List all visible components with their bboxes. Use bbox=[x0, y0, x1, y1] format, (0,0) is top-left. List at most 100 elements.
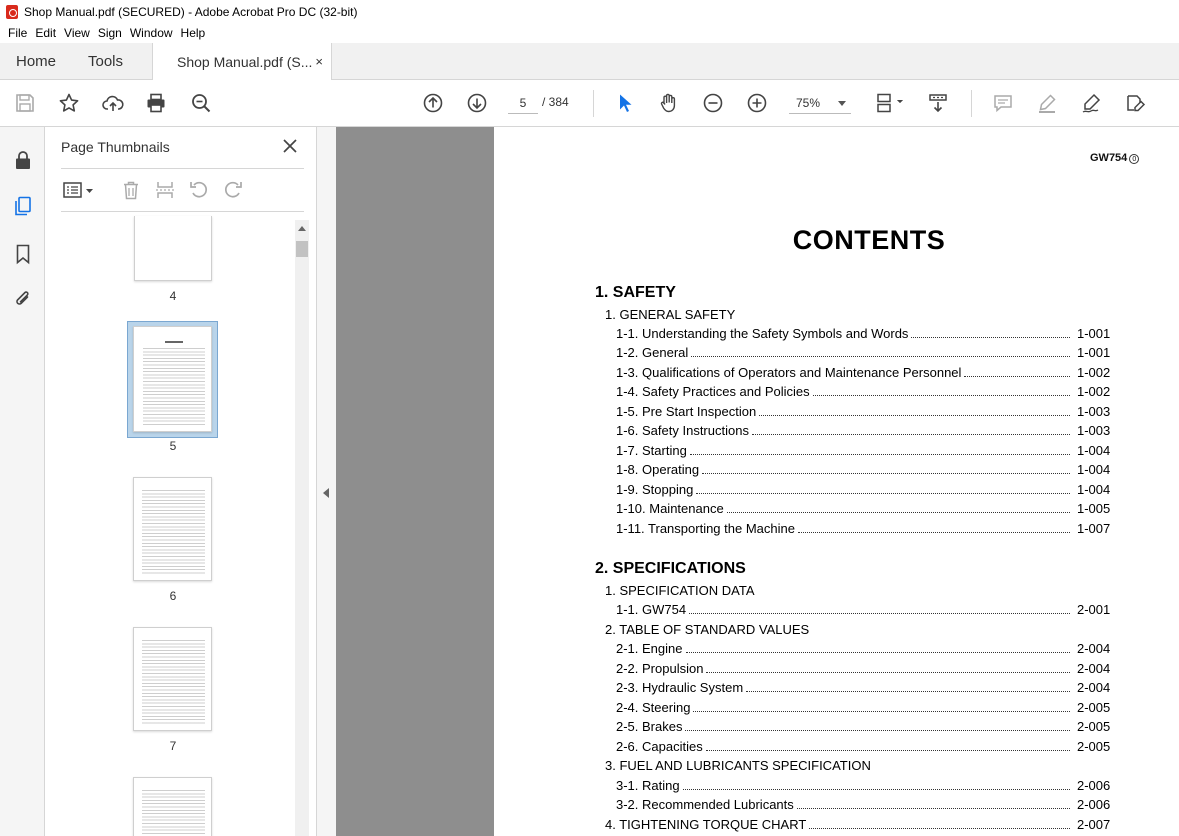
attachment-paperclip-icon[interactable] bbox=[10, 286, 36, 312]
toc-entry[interactable]: 1-5. Pre Start Inspection 1-003 bbox=[616, 404, 1110, 422]
toc-entry[interactable]: 2-2. Propulsion 2-004 bbox=[616, 661, 1110, 679]
panel-divider bbox=[61, 168, 304, 169]
toc-entry[interactable]: 2-4. Steering 2-005 bbox=[616, 700, 1110, 718]
next-page-icon[interactable] bbox=[464, 90, 490, 116]
toc-section-title: 2. SPECIFICATIONS bbox=[595, 560, 746, 577]
page-total-label: / 384 bbox=[542, 95, 569, 109]
tab-home[interactable]: Home bbox=[16, 43, 56, 80]
upload-cloud-icon[interactable] bbox=[100, 90, 126, 116]
toolbar-divider bbox=[593, 90, 594, 117]
tab-close-icon[interactable]: × bbox=[315, 54, 323, 69]
delete-page-icon[interactable] bbox=[118, 178, 144, 202]
toc-entry-label: 1-3. Qualifications of Operators and Mai… bbox=[616, 365, 962, 380]
toc-entry[interactable]: 1-4. Safety Practices and Policies 1-002 bbox=[616, 384, 1110, 402]
menu-help[interactable]: Help bbox=[177, 26, 210, 40]
toc-entry[interactable]: 3-1. Rating 2-006 bbox=[616, 778, 1110, 796]
scroll-mode-icon[interactable] bbox=[925, 90, 951, 116]
toc-entry-label: 2-1. Engine bbox=[616, 641, 683, 656]
zoom-search-icon[interactable] bbox=[188, 90, 214, 116]
extract-page-icon[interactable] bbox=[152, 178, 178, 202]
page-thumbnail[interactable] bbox=[133, 326, 212, 432]
thumbnail-page-number: 4 bbox=[169, 289, 177, 303]
rotate-counterclockwise-icon[interactable] bbox=[186, 178, 212, 202]
menu-view[interactable]: View bbox=[60, 26, 94, 40]
zoom-level-dropdown[interactable]: 75% bbox=[789, 92, 851, 114]
toc-entry[interactable]: 2-5. Brakes 2-005 bbox=[616, 719, 1110, 737]
toc-leader-dots bbox=[809, 828, 1070, 829]
comment-icon[interactable] bbox=[990, 90, 1016, 116]
sign-pen-icon[interactable] bbox=[1078, 90, 1104, 116]
toc-entry[interactable]: 1-1. Understanding the Safety Symbols an… bbox=[616, 326, 1110, 344]
toc-entry[interactable]: 2-3. Hydraulic System 2-004 bbox=[616, 680, 1110, 698]
tab-document[interactable]: Shop Manual.pdf (S... × bbox=[152, 43, 332, 81]
zoom-in-icon[interactable] bbox=[744, 90, 770, 116]
title-bar: Shop Manual.pdf (SECURED) - Adobe Acroba… bbox=[0, 0, 1179, 23]
menu-sign[interactable]: Sign bbox=[94, 26, 126, 40]
toc-entry[interactable]: 1-7. Starting 1-004 bbox=[616, 443, 1110, 461]
toc-entry-label: 1-4. Safety Practices and Policies bbox=[616, 384, 810, 399]
toc-entry[interactable]: 1-6. Safety Instructions 1-003 bbox=[616, 423, 1110, 441]
highlight-pen-icon[interactable] bbox=[1034, 90, 1060, 116]
toc-entry-page: 2-006 bbox=[1077, 797, 1111, 812]
fill-sign-icon[interactable] bbox=[1122, 90, 1148, 116]
toc-entry[interactable]: 1-3. Qualifications of Operators and Mai… bbox=[616, 365, 1110, 383]
toc-entry-label: 3-2. Recommended Lubricants bbox=[616, 797, 794, 812]
toc-entry[interactable]: 1-9. Stopping 1-004 bbox=[616, 482, 1110, 500]
page-number-input[interactable]: 5 bbox=[508, 92, 538, 114]
panel-splitter[interactable] bbox=[317, 127, 336, 836]
page-thumbnail[interactable] bbox=[133, 627, 212, 731]
toc-group-title: 3. FUEL AND LUBRICANTS SPECIFICATION bbox=[605, 758, 871, 773]
page-display-icon[interactable] bbox=[872, 90, 908, 116]
rotate-clockwise-icon[interactable] bbox=[220, 178, 246, 202]
select-cursor-icon[interactable] bbox=[612, 90, 638, 116]
scrollbar-thumb[interactable] bbox=[296, 241, 308, 257]
print-icon[interactable] bbox=[143, 90, 169, 116]
toc-leader-dots bbox=[689, 454, 1070, 455]
toc-entry[interactable]: 1-2. General 1-001 bbox=[616, 345, 1110, 363]
thumbnails-scrollbar[interactable] bbox=[295, 220, 309, 836]
bookmark-icon[interactable] bbox=[10, 241, 36, 267]
save-icon[interactable] bbox=[12, 90, 38, 116]
previous-page-icon[interactable] bbox=[420, 90, 446, 116]
document-view[interactable]: GW754 0 CONTENTS 1. SAFETY 1. GENERAL SAF… bbox=[336, 127, 1179, 836]
menu-bar: File Edit View Sign Window Help bbox=[0, 23, 1179, 43]
navigation-rail bbox=[0, 127, 45, 836]
menu-edit[interactable]: Edit bbox=[31, 26, 60, 40]
panel-title: Page Thumbnails bbox=[61, 139, 170, 155]
collapse-panel-icon[interactable] bbox=[323, 488, 329, 498]
toc-leader-dots bbox=[682, 789, 1070, 790]
toc-entry-page: 1-007 bbox=[1077, 521, 1111, 536]
toc-entry-label: 2-4. Steering bbox=[616, 700, 691, 715]
toc-entry[interactable]: 1-8. Operating 1-004 bbox=[616, 462, 1110, 480]
toolbar-divider bbox=[971, 90, 972, 117]
page-thumbnail[interactable] bbox=[133, 777, 212, 836]
toc-entry[interactable]: 1-1. GW754 2-001 bbox=[616, 602, 1110, 620]
page-thumbnails-panel: Page Thumbnails 4 5 6 7 bbox=[45, 127, 317, 836]
toc-leader-dots bbox=[964, 376, 1070, 377]
star-icon[interactable] bbox=[56, 90, 82, 116]
toc-entry[interactable]: 3-2. Recommended Lubricants 2-006 bbox=[616, 797, 1111, 815]
toc-entry[interactable]: 2-6. Capacities 2-005 bbox=[616, 739, 1110, 757]
zoom-out-icon[interactable] bbox=[700, 90, 726, 116]
toc-entry[interactable]: 1-11. Transporting the Machine 1-007 bbox=[616, 521, 1111, 539]
thumbnail-page-number: 7 bbox=[169, 739, 177, 753]
page-thumbnails-icon[interactable] bbox=[10, 193, 36, 219]
scroll-up-icon[interactable] bbox=[298, 226, 306, 231]
menu-file[interactable]: File bbox=[4, 26, 31, 40]
menu-window[interactable]: Window bbox=[126, 26, 177, 40]
toc-entry[interactable]: 1-10. Maintenance 1-005 bbox=[616, 501, 1110, 519]
toc-entry[interactable]: 4. TIGHTENING TORQUE CHART 2-007 bbox=[605, 817, 1110, 835]
contents-heading: CONTENTS bbox=[792, 225, 946, 255]
page-thumbnail[interactable] bbox=[134, 216, 212, 281]
tab-tools[interactable]: Tools bbox=[88, 43, 123, 80]
thumbnail-options-icon[interactable] bbox=[59, 178, 97, 202]
close-icon[interactable] bbox=[280, 136, 300, 156]
toc-leader-dots bbox=[797, 532, 1070, 533]
toc-entry-label: 1-11. Transporting the Machine bbox=[616, 521, 795, 536]
toc-entry[interactable]: 2-1. Engine 2-004 bbox=[616, 641, 1110, 659]
main-toolbar: 5 / 384 75% bbox=[0, 80, 1179, 127]
hand-tool-icon[interactable] bbox=[656, 90, 682, 116]
toc-leader-dots bbox=[726, 512, 1070, 513]
lock-icon[interactable] bbox=[10, 147, 36, 173]
page-thumbnail[interactable] bbox=[133, 477, 212, 581]
